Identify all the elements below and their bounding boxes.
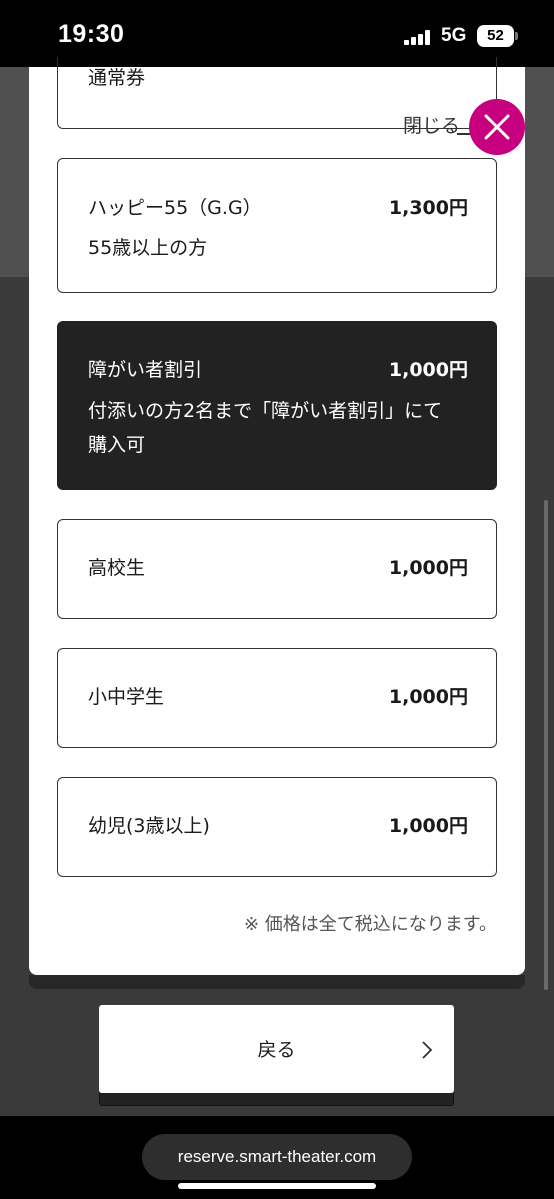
scrollbar[interactable]	[544, 500, 548, 990]
back-button-shadow	[99, 1093, 454, 1106]
ticket-option-happy55[interactable]: ハッピー55（G.G） 1,300円 55歳以上の方	[57, 158, 497, 293]
modal-shadow	[29, 975, 525, 989]
ticket-price: 1,000円	[388, 359, 468, 381]
close-icon	[484, 114, 510, 140]
ticket-option-high-school[interactable]: 高校生 1,000円	[57, 519, 497, 619]
ticket-price: 1,000円	[388, 557, 468, 579]
ticket-note-line-2: 購入可	[88, 434, 146, 456]
ticket-name: 通常券	[88, 67, 146, 89]
tax-note: ※ 価格は全て税込になります。	[243, 914, 497, 935]
ticket-note-line-1: 付添いの方2名まで「障がい者割引」にて	[88, 400, 443, 422]
ticket-option-elementary-junior[interactable]: 小中学生 1,000円	[57, 648, 497, 748]
signal-bars-icon	[404, 30, 430, 45]
back-button-label: 戻る	[257, 1039, 296, 1061]
back-button[interactable]: 戻る	[99, 1005, 454, 1093]
ticket-type-modal: 通常券 閉じる ハッピー55（G.G） 1,300円 55歳以上の方 障がい者割…	[29, 57, 525, 975]
ticket-name: ハッピー55（G.G）	[88, 197, 262, 219]
close-label[interactable]: 閉じる	[403, 111, 460, 138]
chevron-right-icon	[422, 1041, 433, 1059]
ticket-option-disability-discount[interactable]: 障がい者割引 1,000円 付添いの方2名まで「障がい者割引」にて 購入可	[57, 321, 497, 490]
ticket-price: 1,300円	[388, 197, 468, 219]
ticket-price: 1,000円	[388, 815, 468, 837]
home-indicator[interactable]	[178, 1183, 376, 1189]
ticket-name: 幼児(3歳以上)	[88, 815, 210, 837]
ticket-name: 小中学生	[88, 686, 165, 708]
ticket-name: 障がい者割引	[88, 359, 203, 381]
url-bar[interactable]: reserve.smart-theater.com	[142, 1134, 412, 1180]
status-time: 19:30	[58, 20, 125, 48]
ticket-price: 1,000円	[388, 686, 468, 708]
battery-icon: 52	[477, 25, 518, 47]
ticket-option-infant[interactable]: 幼児(3歳以上) 1,000円	[57, 777, 497, 877]
close-button[interactable]	[469, 99, 525, 155]
ticket-name: 高校生	[88, 557, 146, 579]
ticket-note: 55歳以上の方	[88, 237, 208, 259]
network-type: 5G	[441, 25, 467, 46]
